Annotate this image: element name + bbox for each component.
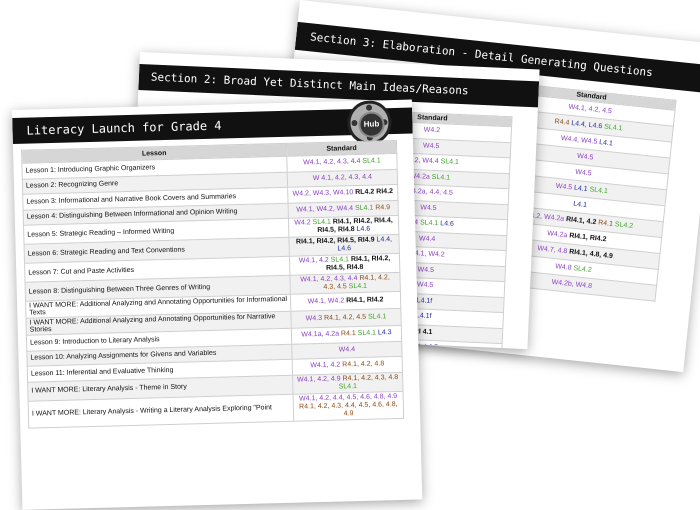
standard-code: R4.1, 4.2, 4.8 (342, 360, 385, 369)
standard-code: L4.4, L4.6 (570, 119, 603, 130)
standard-code: SL4.1 (330, 256, 350, 264)
standard-code: W4.4 (418, 235, 436, 243)
hub-logo-text: Hub (358, 111, 385, 138)
standard-code: W4.5 (575, 168, 593, 177)
standard-cell: W4.1, 4.2, 4.4, 4.5, 4.6, 4.8, 4.9 R4.1,… (293, 390, 404, 421)
standard-code: W4.1, 4.2 (310, 361, 341, 370)
standard-code: W4.1, 4.2 (298, 256, 329, 265)
standard-code: L4.1f (415, 312, 432, 321)
literacy-launch-sheet: Literacy Launch for Grade 4 Hub Lesson S… (12, 99, 423, 510)
standard-code: W4.5 (420, 204, 437, 212)
standard-code: W 4.1, 4.2, 4.3, 4.4 (312, 173, 373, 182)
standard-code: L4.1 (573, 200, 588, 209)
standard-code: SL4.1 (357, 329, 377, 338)
standard-code: SL4.1 (440, 158, 460, 167)
standard-code: W4.3 (305, 314, 323, 323)
standard-code: W4.1, W4.2 (307, 297, 345, 306)
standard-code: RI4.1, 4.8, 4.9 (568, 248, 614, 260)
standard-code: W4.2 (423, 126, 441, 135)
standard-code: R4.1 (597, 218, 614, 228)
standard-code: RI4.2 (376, 188, 394, 196)
standard-code: SL4.1 (367, 313, 387, 321)
standard-code: W4.4 (338, 345, 356, 354)
standard-code: L4.3 (377, 329, 392, 337)
standard-code: W4.2, W4.3, W4.10 (292, 189, 354, 198)
standard-code: R4.9 (375, 203, 391, 212)
standard-code: L4.1 (598, 138, 614, 147)
standard-code: SL4.1 (362, 157, 381, 166)
standard-code: W4.2b, W4.8 (551, 278, 593, 290)
standard-code: L4.6 (356, 225, 371, 234)
standard-code: R4.1, 4.2, 4.3, 4.8 (342, 373, 399, 382)
standard-code: SL4.1 (419, 219, 439, 228)
standard-code: W4.5 (416, 281, 434, 290)
standard-code: W4.1, 4.2, 4.3, 4.4 (303, 158, 361, 167)
standard-code: W4.1, W4.2, W4.4 (296, 204, 354, 214)
standard-code: W4.8 (554, 262, 572, 272)
standard-code: SL4.1 (354, 204, 374, 212)
standard-code: W4.5 (417, 266, 435, 274)
standard-code: W4.5 (422, 142, 440, 150)
standard-code: L4.1f (416, 297, 433, 305)
standard-code: SL4.1 (603, 123, 623, 132)
standard-code: W4.7, 4.8 (537, 244, 568, 255)
standard-code: SL4.1 (431, 173, 451, 182)
standard-code: W4.5 (576, 152, 594, 162)
standard-code: SL4.1 (312, 218, 331, 227)
standard-code: W4.1, 4.2, 4.5 (568, 103, 613, 115)
hub-logo: Hub (346, 100, 393, 146)
standard-code: SL4.1 (338, 382, 358, 391)
standard-code: W4.5 (555, 182, 573, 191)
standard-code: W4.2 (294, 219, 311, 227)
standard-code: W4.4, W4.5 (560, 134, 598, 146)
standard-code: RI4.1, RI4.2, RI4.5, RI4.9 (295, 236, 375, 246)
standard-code: RI4.1, RI4.2 (346, 296, 384, 305)
lesson-standards-table: Lesson Standard Lesson 1: Introducing Gr… (21, 140, 404, 428)
standard-code: W4.1, 4.2, 4.9 (296, 374, 341, 384)
standard-code: SL4.1 (348, 282, 368, 291)
standard-code: RI4.1, 4.2 (565, 215, 597, 226)
standard-code: R4.4 (554, 117, 570, 127)
standard-code: L4.1 (573, 184, 589, 193)
standard-code: R4.1, 4.2, 4.3, 4.4, 4.5, 4.6, 4.8, 4.9 (299, 400, 398, 417)
standard-code: R4.1 (340, 330, 356, 338)
standard-code: W4.1a, 4.2a (301, 330, 340, 339)
standard-code: SL4.2 (573, 264, 593, 274)
standard-code: R4.1, 4.2, 4.5 (323, 313, 367, 322)
standard-code: W4.2a (546, 229, 568, 239)
standard-code: SL4.2 (614, 220, 634, 230)
standard-code: RI4.1, RI4.2 (568, 231, 607, 243)
standard-code: RL4.2 (355, 188, 375, 197)
standard-code: SL4.1 (589, 185, 609, 195)
standard-code: L4.6 (440, 220, 455, 229)
lesson-cell: I WANT MORE: Literary Analysis - Writing… (28, 393, 294, 428)
